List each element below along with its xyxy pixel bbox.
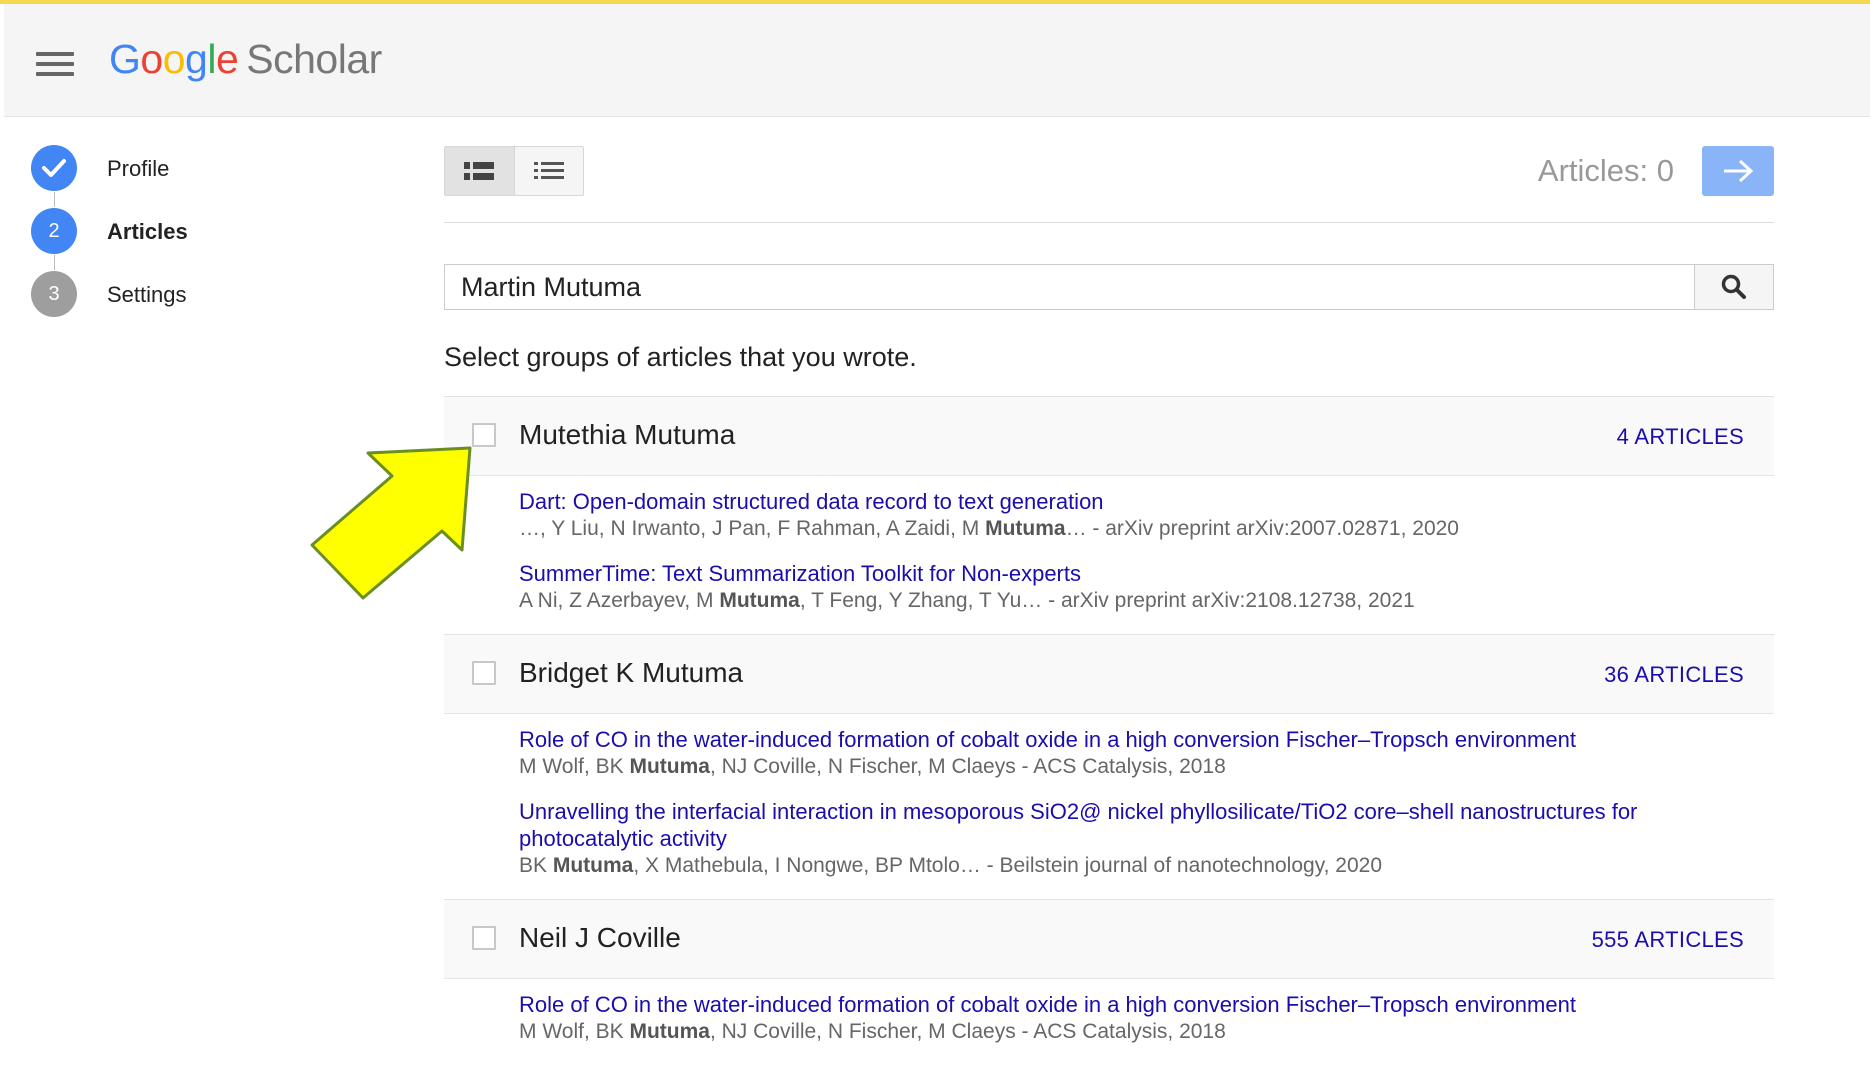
search-button[interactable] [1694,264,1774,310]
app-header: Google Scholar [4,4,1870,117]
compact-list-icon [533,162,564,179]
group-articles-count[interactable]: 36 ARTICLES [1604,662,1744,688]
detailed-view-button[interactable] [445,147,515,195]
group-name: Neil J Coville [519,922,681,953]
group-name: Bridget K Mutuma [519,657,744,688]
step-articles[interactable]: 2 Articles [30,207,360,270]
next-button[interactable] [1702,146,1774,196]
article-title-link[interactable]: SummerTime: Text Summarization Toolkit f… [519,560,1734,587]
article-title-link[interactable]: Dart: Open-domain structured data record… [519,488,1734,515]
articles-count: Articles: 0 [1537,153,1674,188]
group-header: Bridget K Mutuma 36 ARTICLES [444,635,1774,714]
group-articles-count[interactable]: 555 ARTICLES [1592,927,1744,953]
group-checkbox[interactable] [472,661,496,685]
article-authors: A Ni, Z Azerbayev, M Mutuma, T Feng, Y Z… [519,589,1415,612]
detailed-list-icon [464,162,495,180]
group-name: Mutethia Mutuma [519,419,736,450]
group-article-list: Dart: Open-domain structured data record… [444,476,1774,634]
list-item: SummerTime: Text Summarization Toolkit f… [519,560,1734,614]
google-scholar-logo[interactable]: Google Scholar [109,36,382,83]
setup-stepper: Profile 2 Articles 3 Settings [30,144,360,333]
article-authors: …, Y Liu, N Irwanto, J Pan, F Rahman, A … [519,517,1459,540]
author-group: Bridget K Mutuma 36 ARTICLES Role of CO … [444,634,1774,899]
step-number: 3 [31,271,77,317]
step-settings[interactable]: 3 Settings [30,270,360,333]
check-icon [42,159,66,177]
yellow-pointer-arrow [310,446,472,600]
list-item: Unravelling the interfacial interaction … [519,798,1734,879]
divider [444,222,1774,223]
article-authors: M Wolf, BK Mutuma, NJ Coville, N Fischer… [519,755,1226,778]
search-input[interactable] [444,264,1694,310]
author-group: Mutethia Mutuma 4 ARTICLES Dart: Open-do… [444,396,1774,634]
search-icon [1721,274,1746,299]
list-item: Role of CO in the water-induced formatio… [519,726,1734,780]
step-connector [54,255,55,270]
author-groups: Mutethia Mutuma 4 ARTICLES Dart: Open-do… [444,396,1774,1065]
step-done-indicator [31,145,77,191]
step-number: 2 [31,208,77,254]
step-label-settings[interactable]: Settings [107,282,187,308]
author-search [444,264,1774,312]
group-header: Neil J Coville 555 ARTICLES [444,900,1774,979]
group-header: Mutethia Mutuma 4 ARTICLES [444,397,1774,476]
article-authors: BK Mutuma, X Mathebula, I Nongwe, BP Mto… [519,854,1383,877]
list-item: Dart: Open-domain structured data record… [519,488,1734,542]
step-profile[interactable]: Profile [30,144,360,207]
list-item: Role of CO in the water-induced formatio… [519,991,1734,1045]
group-article-list: Role of CO in the water-induced formatio… [444,979,1774,1065]
article-title-link[interactable]: Role of CO in the water-induced formatio… [519,991,1734,1018]
article-authors: M Wolf, BK Mutuma, NJ Coville, N Fischer… [519,1020,1226,1043]
step-label-articles[interactable]: Articles [107,219,188,245]
group-article-list: Role of CO in the water-induced formatio… [444,714,1774,899]
step-label-profile[interactable]: Profile [107,156,169,182]
group-checkbox[interactable] [472,926,496,950]
group-articles-count[interactable]: 4 ARTICLES [1617,424,1744,450]
instruction-text: Select groups of articles that you wrote… [444,342,917,372]
hamburger-menu-icon[interactable] [36,52,74,78]
article-title-link[interactable]: Unravelling the interfacial interaction … [519,798,1734,852]
author-group: Neil J Coville 555 ARTICLES Role of CO i… [444,899,1774,1065]
arrow-right-icon [1724,159,1754,183]
view-toggle [444,146,584,196]
step-connector [54,192,55,207]
article-title-link[interactable]: Role of CO in the water-induced formatio… [519,726,1734,753]
compact-view-button[interactable] [515,147,584,195]
